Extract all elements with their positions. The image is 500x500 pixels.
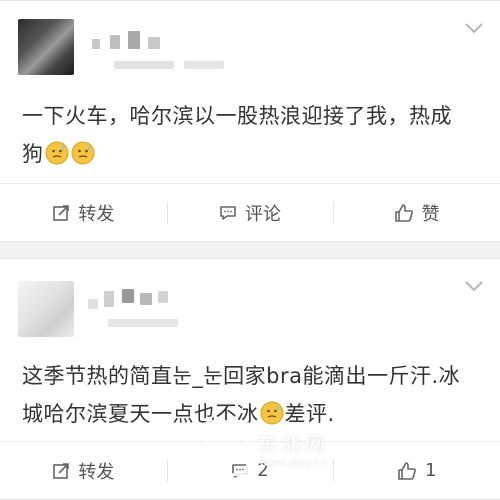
comment-button[interactable]: 2 (166, 442, 334, 499)
comment-button[interactable]: 评论 (166, 184, 334, 241)
chevron-down-icon[interactable] (464, 279, 484, 293)
chevron-down-icon[interactable] (464, 21, 484, 35)
sweat-face-emoji (45, 141, 68, 165)
like-count: 1 (424, 460, 437, 481)
post-text-line: 这季节热的简直눈_눈回家bra能滴出一斤汗.冰 (22, 364, 461, 388)
username-redacted[interactable] (88, 25, 278, 73)
sweat-face-emoji (71, 141, 94, 165)
post-text-line: 差评. (284, 402, 335, 426)
post-text-line: 狗 (22, 142, 44, 166)
post-text-line: 一下火车，哈尔滨以一股热浪迎接了我，热成 (22, 104, 452, 128)
like-label: 赞 (421, 203, 440, 225)
avatar[interactable] (18, 19, 74, 75)
post-text: 这季节热的简直눈_눈回家bra能滴出一斤汗.冰 城哈尔滨夏天一点也不冰 差评. (22, 357, 480, 433)
comment-label: 评论 (245, 203, 281, 225)
post-card: 一下火车，哈尔滨以一股热浪迎接了我，热成 狗 转发 评论 赞 (0, 0, 500, 242)
thumbs-up-icon (394, 203, 413, 222)
repost-label: 转发 (78, 461, 115, 483)
thumbs-up-icon (398, 461, 416, 480)
repost-icon (53, 462, 70, 479)
comment-count: 2 (257, 460, 269, 481)
post-card: 这季节热的简直눈_눈回家bra能滴出一斤汗.冰 城哈尔滨夏天一点也不冰 差评. 转… (0, 258, 500, 500)
repost-button[interactable]: 转发 (0, 184, 167, 241)
sweat-face-emoji (260, 401, 283, 425)
repost-icon (53, 204, 70, 221)
like-button[interactable]: 赞 (333, 184, 500, 241)
post-actions: 转发 2 1 (0, 441, 500, 499)
comment-icon (220, 205, 236, 220)
avatar[interactable] (18, 281, 74, 337)
post-actions: 转发 评论 赞 (0, 183, 500, 241)
username-redacted[interactable] (88, 283, 278, 331)
post-text: 一下火车，哈尔滨以一股热浪迎接了我，热成 狗 (22, 97, 480, 173)
repost-label: 转发 (78, 203, 115, 225)
like-button[interactable]: 1 (333, 442, 500, 499)
post-text-line: 城哈尔滨夏天一点也不冰 (22, 402, 259, 426)
comment-icon (232, 463, 249, 478)
repost-button[interactable]: 转发 (0, 442, 167, 499)
